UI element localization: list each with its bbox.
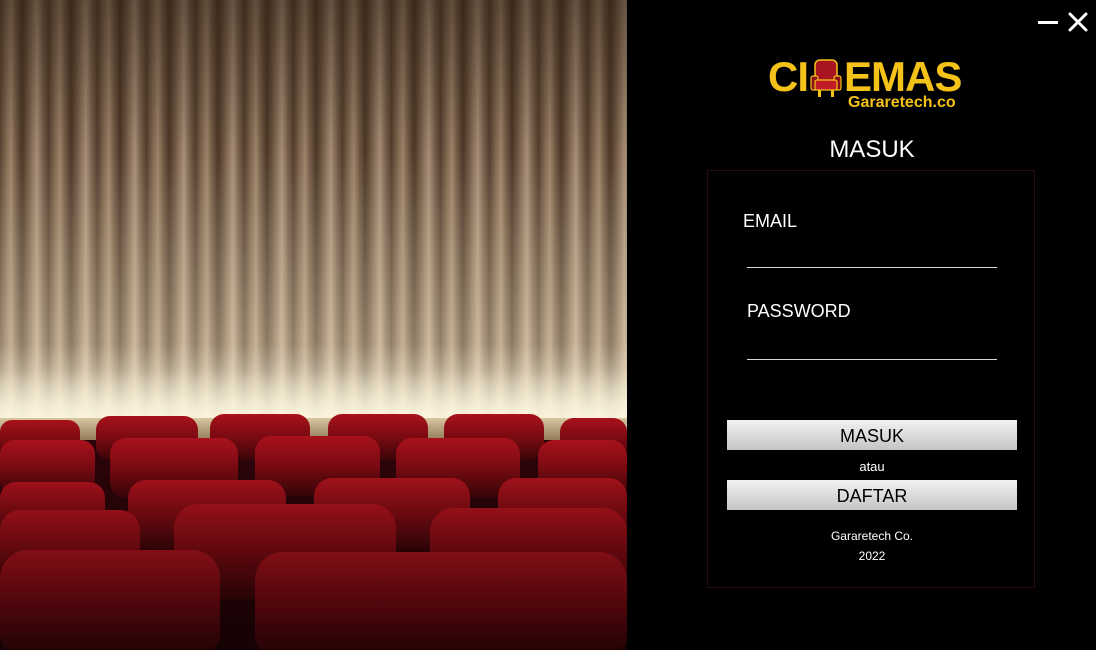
footer-year: 2022 xyxy=(858,549,886,563)
logo-text-left: CI xyxy=(768,53,809,100)
login-button[interactable]: MASUK xyxy=(727,420,1017,450)
logo-text-right: EMAS xyxy=(844,53,962,100)
email-field[interactable] xyxy=(747,238,997,268)
cinema-seat-icon xyxy=(810,59,842,97)
or-separator-text: atau xyxy=(859,459,885,474)
minimize-icon xyxy=(1038,21,1058,24)
logo-subtitle: Gararetech.co xyxy=(848,94,956,111)
window-controls xyxy=(1036,10,1090,34)
page-title: MASUK xyxy=(829,136,915,163)
register-button[interactable]: DAFTAR xyxy=(727,480,1017,510)
password-field[interactable] xyxy=(747,330,997,360)
login-window: CI EMAS Gararetech.co MASUK EMAIL PASSWO… xyxy=(0,0,1096,650)
theater-seats xyxy=(0,414,627,650)
password-label: PASSWORD xyxy=(747,301,851,321)
cinemas-logo: CI EMAS Gararetech.co xyxy=(768,52,978,116)
logo-wordmark: CI EMAS xyxy=(768,53,962,100)
email-label: EMAIL xyxy=(743,211,798,231)
footer-company: Gararetech Co. xyxy=(830,529,914,543)
login-form-box xyxy=(707,170,1035,588)
close-icon xyxy=(1068,12,1088,32)
minimize-button[interactable] xyxy=(1036,10,1060,34)
cinema-background-image xyxy=(0,0,627,650)
close-button[interactable] xyxy=(1066,10,1090,34)
